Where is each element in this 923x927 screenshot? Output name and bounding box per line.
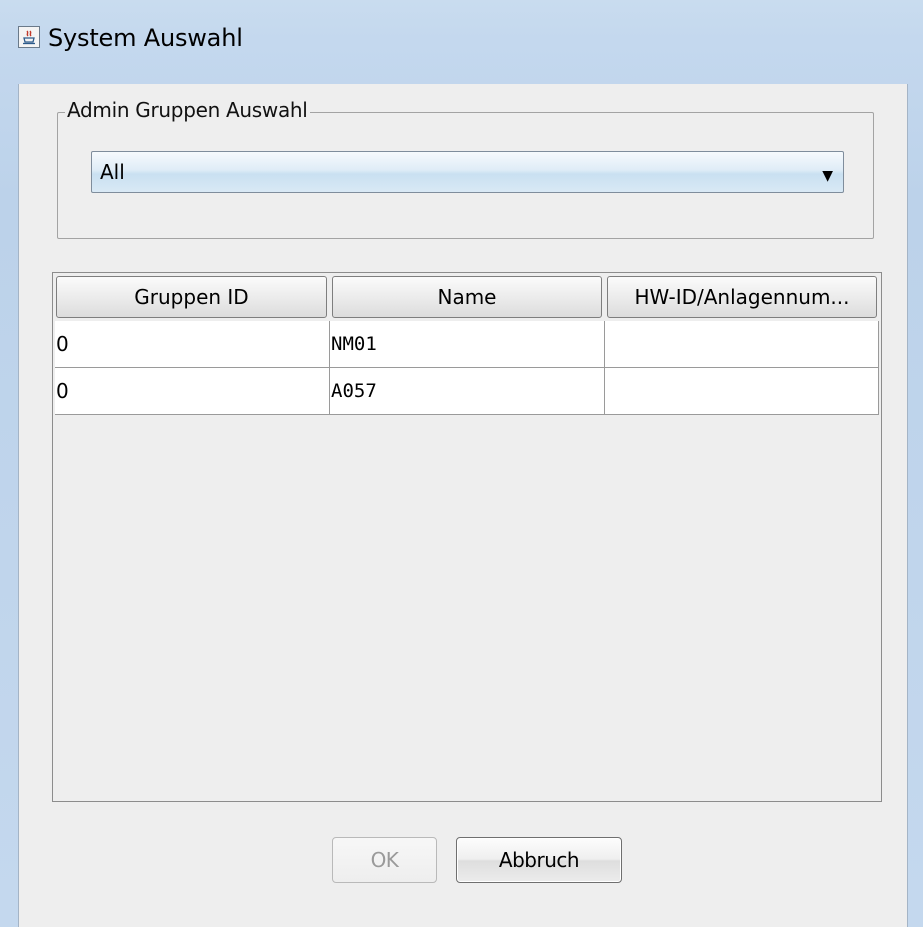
cell-name[interactable]: A057 [330, 368, 605, 415]
java-app-icon [18, 26, 40, 48]
table-header: Gruppen ID Name HW-ID/Anlagennum... [56, 276, 878, 318]
combobox-selected-value: All [100, 160, 125, 184]
cell-gruppen-id[interactable]: 0 [55, 321, 330, 368]
cell-name[interactable]: NM01 [330, 321, 605, 368]
ok-button[interactable]: OK [332, 837, 437, 883]
chevron-down-icon[interactable]: ▼ [822, 169, 833, 183]
table-row[interactable]: 0 A057 [55, 368, 879, 415]
admin-group-combobox[interactable]: All ▼ [91, 151, 844, 193]
cancel-button[interactable]: Abbruch [456, 837, 622, 883]
column-header-name[interactable]: Name [332, 276, 602, 318]
dialog-content: Admin Gruppen Auswahl All ▼ Gruppen ID N… [18, 84, 908, 927]
system-table: Gruppen ID Name HW-ID/Anlagennum... 0 NM… [52, 272, 882, 802]
cell-hw-id[interactable] [605, 321, 879, 368]
admin-group-selection-legend: Admin Gruppen Auswahl [65, 98, 310, 122]
title-bar[interactable]: System Auswahl [0, 0, 923, 84]
window-title: System Auswahl [48, 24, 243, 52]
cell-gruppen-id[interactable]: 0 [55, 368, 330, 415]
system-auswahl-dialog: System Auswahl Admin Gruppen Auswahl All… [0, 0, 923, 927]
cell-hw-id[interactable] [605, 368, 879, 415]
column-header-hw-id[interactable]: HW-ID/Anlagennum... [607, 276, 877, 318]
column-header-gruppen-id[interactable]: Gruppen ID [56, 276, 327, 318]
table-row[interactable]: 0 NM01 [55, 321, 879, 368]
